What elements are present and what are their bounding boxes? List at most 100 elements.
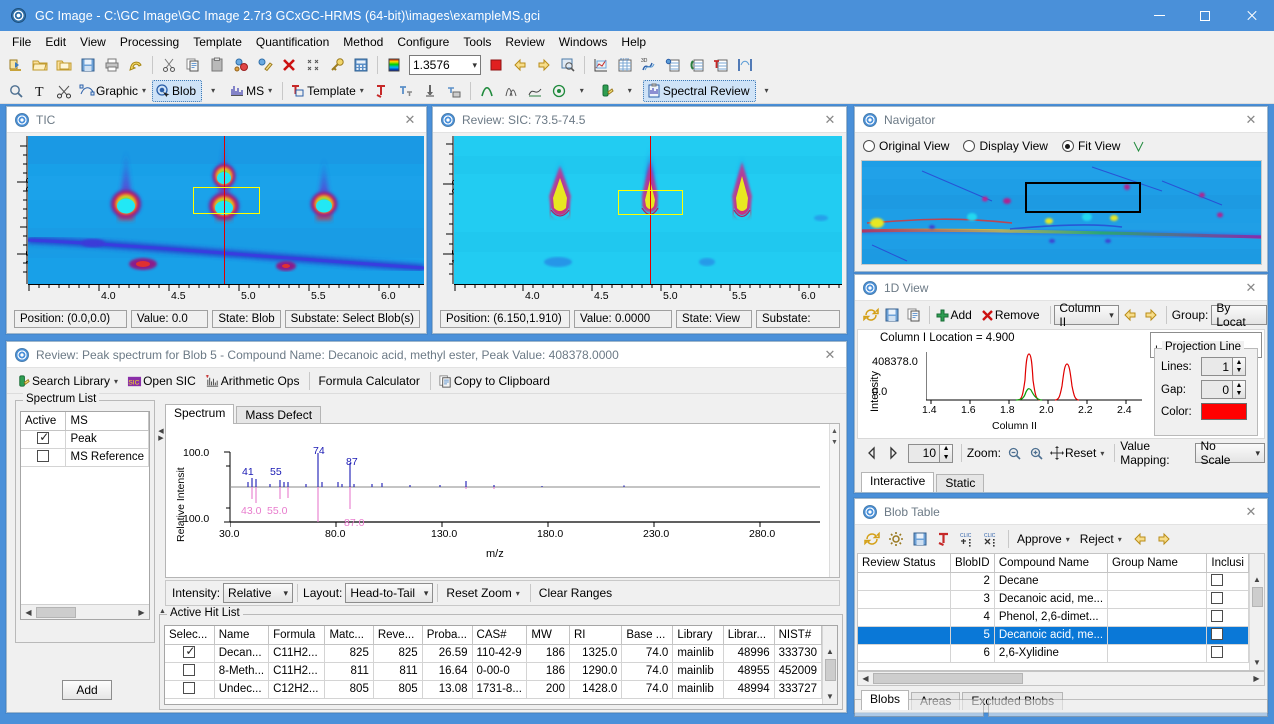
step-spinner[interactable]: 10 ▲▼ (908, 444, 953, 463)
intensity-select[interactable]: Relative ▾ (223, 583, 293, 603)
arithmetic-ops-button[interactable]: Arithmetic Ops (202, 370, 306, 392)
menu-method[interactable]: Method (336, 33, 390, 51)
col-name[interactable]: Name (214, 626, 268, 644)
cell-inclusion[interactable] (1207, 644, 1249, 662)
prev-step-icon[interactable] (862, 442, 882, 464)
scroll-left-icon[interactable]: ◀ (858, 671, 873, 686)
menu-view[interactable]: View (73, 33, 113, 51)
scroll-right-icon[interactable]: ▶ (1249, 671, 1264, 686)
menu-review[interactable]: Review (498, 33, 551, 51)
spectrum-list-hscrollbar[interactable]: ◀ ▶ (21, 604, 149, 619)
col-cas[interactable]: CAS# (472, 626, 527, 644)
chevron-down-icon[interactable]: ▾ (1100, 449, 1104, 458)
print-icon[interactable] (101, 54, 123, 76)
gap-spinner[interactable]: 0 ▲▼ (1201, 380, 1246, 399)
col-mw[interactable]: MW (527, 626, 570, 644)
text-t-icon[interactable]: T (29, 80, 51, 102)
navigator-overview[interactable] (861, 160, 1262, 265)
hit-list-table-wrap[interactable]: Selec... Name Formula Matc... Reve... Pr… (164, 625, 838, 705)
cell-active[interactable] (21, 430, 66, 448)
forward-arrow-icon[interactable] (533, 54, 555, 76)
scroll-down-icon[interactable]: ▼ (1250, 655, 1265, 670)
inclusion-checkbox[interactable] (1211, 628, 1223, 640)
chevron-down-icon[interactable]: ▾ (360, 86, 364, 95)
col-library-id[interactable]: Librar... (723, 626, 774, 644)
edit-pencil-icon[interactable] (254, 54, 276, 76)
target-dropdown[interactable]: ▾ (572, 80, 594, 102)
inclusion-checkbox[interactable] (1211, 610, 1223, 622)
template-match-icon[interactable] (395, 80, 417, 102)
spectrum-list-table-wrap[interactable]: Active MS Peak MS Reference (20, 411, 150, 620)
table-row[interactable]: 6 2,6-Xylidine (858, 644, 1249, 662)
cell-select[interactable] (165, 680, 214, 698)
scroll-thumb[interactable] (873, 673, 1023, 684)
approve-button[interactable]: Approve ▾ (1013, 528, 1076, 550)
col-formula[interactable]: Formula (269, 626, 325, 644)
scissors-icon[interactable] (53, 80, 75, 102)
menu-tools[interactable]: Tools (456, 33, 498, 51)
remove-projection-button[interactable]: Remove (978, 304, 1046, 326)
tab-interactive[interactable]: Interactive (861, 472, 934, 492)
spectral-review-button[interactable]: Spectral Review (643, 80, 756, 102)
key-icon[interactable] (326, 54, 348, 76)
delete-red-x-icon[interactable] (278, 54, 300, 76)
template-tool[interactable]: Template ▾ (287, 80, 370, 102)
col-active[interactable]: Active (21, 412, 66, 430)
calculator-icon[interactable] (350, 54, 372, 76)
col-nist[interactable]: NIST# (774, 626, 821, 644)
menu-edit[interactable]: Edit (38, 33, 73, 51)
scroll-thumb[interactable] (36, 607, 76, 618)
colormap-icon[interactable] (383, 54, 405, 76)
save-icon[interactable] (909, 528, 931, 550)
tab-blobs[interactable]: Blobs (861, 690, 909, 710)
table-row[interactable]: Undec... C12H2... 805 805 13.08 1731-8..… (165, 680, 822, 698)
select-checkbox[interactable] (183, 646, 195, 658)
formula-calculator-button[interactable]: Formula Calculator (314, 370, 425, 392)
scroll-thumb[interactable] (825, 659, 836, 681)
close-icon[interactable]: ✕ (402, 112, 418, 128)
paste-icon[interactable] (206, 54, 228, 76)
target-icon[interactable] (548, 80, 570, 102)
menu-template[interactable]: Template (186, 33, 249, 51)
close-icon[interactable]: ✕ (1243, 504, 1259, 520)
menu-configure[interactable]: Configure (390, 33, 456, 51)
menu-processing[interactable]: Processing (113, 33, 186, 51)
menu-windows[interactable]: Windows (552, 33, 615, 51)
save-icon[interactable] (77, 54, 99, 76)
next-step-icon[interactable] (884, 442, 904, 464)
sic-selection-box[interactable] (618, 190, 683, 215)
group-table-icon[interactable] (686, 54, 708, 76)
template-icon[interactable] (933, 528, 955, 550)
stop-red-icon[interactable] (485, 54, 507, 76)
col-probability[interactable]: Proba... (422, 626, 472, 644)
reset-zoom-button[interactable]: Reset ▾ (1047, 442, 1110, 464)
blob-table-grid[interactable]: Review Status BlobID Compound Name Group… (857, 553, 1265, 671)
ms-tool[interactable]: MS ▾ (226, 80, 278, 102)
cell-select[interactable] (165, 662, 214, 680)
cut-icon[interactable] (158, 54, 180, 76)
chevron-down-icon[interactable]: ▾ (1118, 535, 1122, 544)
forward-arrow-icon[interactable] (1153, 528, 1175, 550)
cell-inclusion[interactable] (1207, 608, 1249, 626)
open-folder-icon[interactable] (29, 54, 51, 76)
tab-spectrum[interactable]: Spectrum (165, 404, 234, 424)
col-blob-id[interactable]: BlobID (951, 554, 995, 572)
spectral-review-dropdown[interactable]: ▾ (757, 80, 779, 102)
reset-zoom-button[interactable]: Reset Zoom ▾ (442, 582, 525, 604)
scroll-thumb[interactable] (1252, 587, 1263, 607)
back-arrow-icon[interactable] (1120, 304, 1140, 326)
blob-tool-dropdown[interactable]: ▾ (203, 80, 225, 102)
open-sic-button[interactable]: SIC Open SIC (124, 370, 202, 392)
col-base[interactable]: Base ... (622, 626, 673, 644)
library-dropdown[interactable]: ▾ (620, 80, 642, 102)
scroll-down-icon[interactable]: ▼ (823, 689, 838, 704)
cell-inclusion[interactable] (1207, 626, 1249, 644)
scroll-up-icon[interactable]: ▲ (823, 644, 838, 659)
scroll-up-icon[interactable]: ▲ (1250, 572, 1265, 587)
close-button[interactable] (1228, 0, 1274, 31)
close-icon[interactable]: ✕ (822, 112, 838, 128)
sic-chromatogram[interactable]: 2.0 1.5 (434, 134, 846, 300)
col-select[interactable]: Selec... (165, 626, 214, 644)
col-review-status[interactable]: Review Status (858, 554, 951, 572)
copy-icon[interactable] (182, 54, 204, 76)
